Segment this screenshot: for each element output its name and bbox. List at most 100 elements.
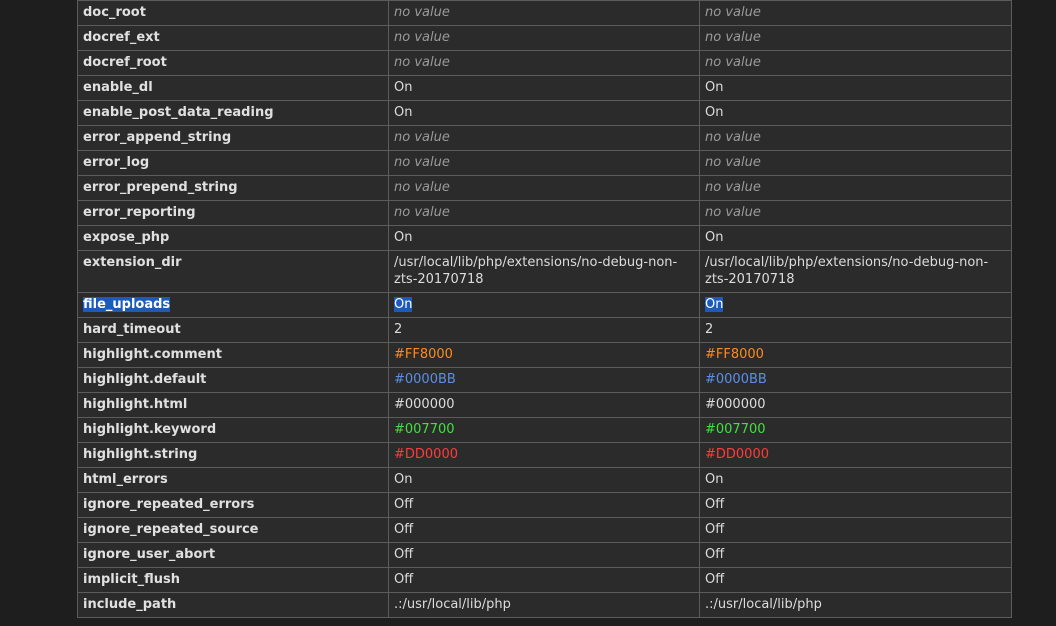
master-value: Off xyxy=(705,497,725,512)
local-value: .:/usr/local/lib/php xyxy=(394,597,511,612)
local-value-cell: #0000BB xyxy=(388,367,700,393)
directive-name-cell: error_log xyxy=(77,150,389,176)
local-value-cell: .:/usr/local/lib/php xyxy=(388,592,700,618)
local-value-cell: no value xyxy=(388,0,700,26)
local-value: On xyxy=(394,230,413,245)
master-value-cell: no value xyxy=(699,25,1012,51)
directive-name: highlight.html xyxy=(83,397,188,412)
master-value-cell: On xyxy=(699,75,1012,101)
master-value-cell: #DD0000 xyxy=(699,442,1012,468)
directive-name-cell: enable_post_data_reading xyxy=(77,100,389,126)
local-value-cell: no value xyxy=(388,50,700,76)
master-value: /usr/local/lib/php/extensions/no-debug-n… xyxy=(705,255,989,287)
master-value: On xyxy=(705,105,724,120)
master-value: 2 xyxy=(705,322,714,337)
directive-name-cell: implicit_flush xyxy=(77,567,389,593)
master-value: Off xyxy=(705,547,725,562)
directive-name-cell: file_uploads xyxy=(77,292,389,318)
phpinfo-page: doc_root no value no value docref_ext no val… xyxy=(0,0,1056,626)
directive-name-cell: highlight.string xyxy=(77,442,389,468)
directive-name-cell: docref_ext xyxy=(77,25,389,51)
local-value: Off xyxy=(394,547,414,562)
master-value: no value xyxy=(705,180,761,195)
directive-name: expose_php xyxy=(83,230,170,245)
directive-name: error_log xyxy=(83,155,150,170)
local-value-cell: On xyxy=(388,100,700,126)
master-value-cell: On xyxy=(699,225,1012,251)
master-value: #FF8000 xyxy=(705,347,764,362)
directive-name: enable_dl xyxy=(83,80,153,95)
master-value: #DD0000 xyxy=(705,447,769,462)
local-value: On xyxy=(394,105,413,120)
directive-name: include_path xyxy=(83,597,177,612)
master-value: no value xyxy=(705,30,761,45)
local-value: On xyxy=(394,297,413,312)
directive-name-cell: error_append_string xyxy=(77,125,389,151)
directive-name-cell: html_errors xyxy=(77,467,389,493)
master-value-cell: Off xyxy=(699,542,1012,568)
directive-name-cell: ignore_user_abort xyxy=(77,542,389,568)
directive-name: ignore_repeated_source xyxy=(83,522,259,537)
table-row: error_reporting no value no value xyxy=(77,200,1012,226)
directive-name: docref_ext xyxy=(83,30,160,45)
master-value: #000000 xyxy=(705,397,766,412)
local-value-cell: no value xyxy=(388,150,700,176)
master-value: On xyxy=(705,80,724,95)
local-value-cell: 2 xyxy=(388,317,700,343)
master-value-cell: no value xyxy=(699,200,1012,226)
master-value-cell: On xyxy=(699,100,1012,126)
local-value: Off xyxy=(394,572,414,587)
local-value: On xyxy=(394,80,413,95)
directive-name-cell: expose_php xyxy=(77,225,389,251)
master-value-cell: no value xyxy=(699,175,1012,201)
master-value-cell: /usr/local/lib/php/extensions/no-debug-n… xyxy=(699,250,1012,293)
master-value-cell: no value xyxy=(699,150,1012,176)
master-value: no value xyxy=(705,5,761,20)
table-row: enable_dl On On xyxy=(77,75,1012,101)
local-value-cell: Off xyxy=(388,517,700,543)
local-value-cell: Off xyxy=(388,567,700,593)
master-value-cell: no value xyxy=(699,0,1012,26)
directive-name-cell: error_reporting xyxy=(77,200,389,226)
master-value-cell: #FF8000 xyxy=(699,342,1012,368)
directives-table-body: doc_root no value no value docref_ext no val… xyxy=(77,0,1012,618)
local-value-cell: #000000 xyxy=(388,392,700,418)
directive-name-cell: include_path xyxy=(77,592,389,618)
master-value-cell: #007700 xyxy=(699,417,1012,443)
directive-name-cell: ignore_repeated_errors xyxy=(77,492,389,518)
local-value: /usr/local/lib/php/extensions/no-debug-n… xyxy=(394,255,678,287)
local-value-cell: no value xyxy=(388,125,700,151)
master-value-cell: Off xyxy=(699,517,1012,543)
local-value-cell: no value xyxy=(388,25,700,51)
table-row: include_path .:/usr/local/lib/php .:/usr/l… xyxy=(77,592,1012,618)
local-value: #0000BB xyxy=(394,372,456,387)
table-row: expose_php On On xyxy=(77,225,1012,251)
master-value-cell: Off xyxy=(699,567,1012,593)
directive-name: hard_timeout xyxy=(83,322,181,337)
directive-name-cell: highlight.html xyxy=(77,392,389,418)
directive-name: file_uploads xyxy=(83,297,171,312)
local-value-cell: #007700 xyxy=(388,417,700,443)
directive-name: ignore_repeated_errors xyxy=(83,497,255,512)
local-value-cell: #FF8000 xyxy=(388,342,700,368)
master-value-cell: no value xyxy=(699,50,1012,76)
local-value: no value xyxy=(394,205,450,220)
master-value-cell: 2 xyxy=(699,317,1012,343)
table-row: highlight.keyword #007700 #007700 xyxy=(77,417,1012,443)
directive-name-cell: doc_root xyxy=(77,0,389,26)
directive-name: error_append_string xyxy=(83,130,232,145)
local-value: #FF8000 xyxy=(394,347,453,362)
local-value-cell: On xyxy=(388,225,700,251)
master-value-cell: #000000 xyxy=(699,392,1012,418)
table-row: highlight.default #0000BB #0000BB xyxy=(77,367,1012,393)
local-value: no value xyxy=(394,180,450,195)
directive-name: enable_post_data_reading xyxy=(83,105,274,120)
table-row: docref_root no value no value xyxy=(77,50,1012,76)
directive-name: error_prepend_string xyxy=(83,180,238,195)
master-value-cell: Off xyxy=(699,492,1012,518)
directive-name-cell: highlight.comment xyxy=(77,342,389,368)
directive-name: error_reporting xyxy=(83,205,196,220)
local-value: Off xyxy=(394,497,414,512)
local-value: Off xyxy=(394,522,414,537)
local-value-cell: On xyxy=(388,292,700,318)
